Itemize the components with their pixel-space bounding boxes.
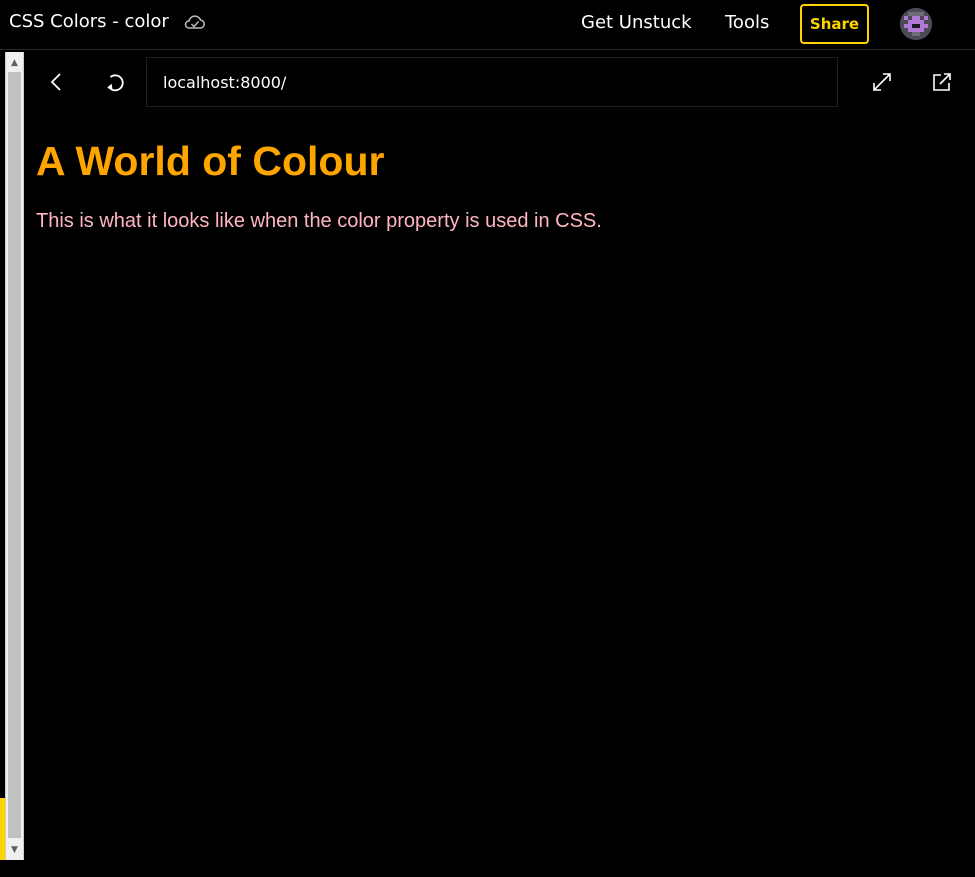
vertical-scrollbar[interactable]: ▲ ▼ — [5, 52, 24, 860]
url-input[interactable] — [146, 57, 838, 107]
preview-page: A World of Colour This is what it looks … — [24, 112, 975, 877]
get-unstuck-menu[interactable]: Get Unstuck — [581, 12, 692, 33]
browser-toolbar — [24, 52, 975, 112]
pixel-avatar-icon — [900, 8, 932, 40]
top-app-bar: CSS Colors - color Get Unstuck Tools Sha… — [0, 0, 975, 50]
avatar[interactable] — [900, 8, 932, 40]
page-heading: A World of Colour — [36, 138, 385, 184]
cloud-check-icon — [184, 15, 205, 29]
page-paragraph: This is what it looks like when the colo… — [36, 210, 602, 232]
refresh-icon[interactable] — [105, 71, 127, 93]
tools-menu[interactable]: Tools — [725, 12, 769, 33]
project-title[interactable]: CSS Colors - color — [9, 11, 169, 32]
scroll-down-icon[interactable]: ▼ — [6, 841, 23, 858]
scroll-thumb[interactable] — [8, 72, 21, 838]
share-button[interactable]: Share — [800, 4, 869, 44]
expand-icon[interactable] — [871, 71, 893, 93]
chevron-left-icon[interactable] — [46, 70, 66, 94]
external-link-icon[interactable] — [931, 71, 953, 93]
scroll-up-icon[interactable]: ▲ — [6, 54, 23, 71]
